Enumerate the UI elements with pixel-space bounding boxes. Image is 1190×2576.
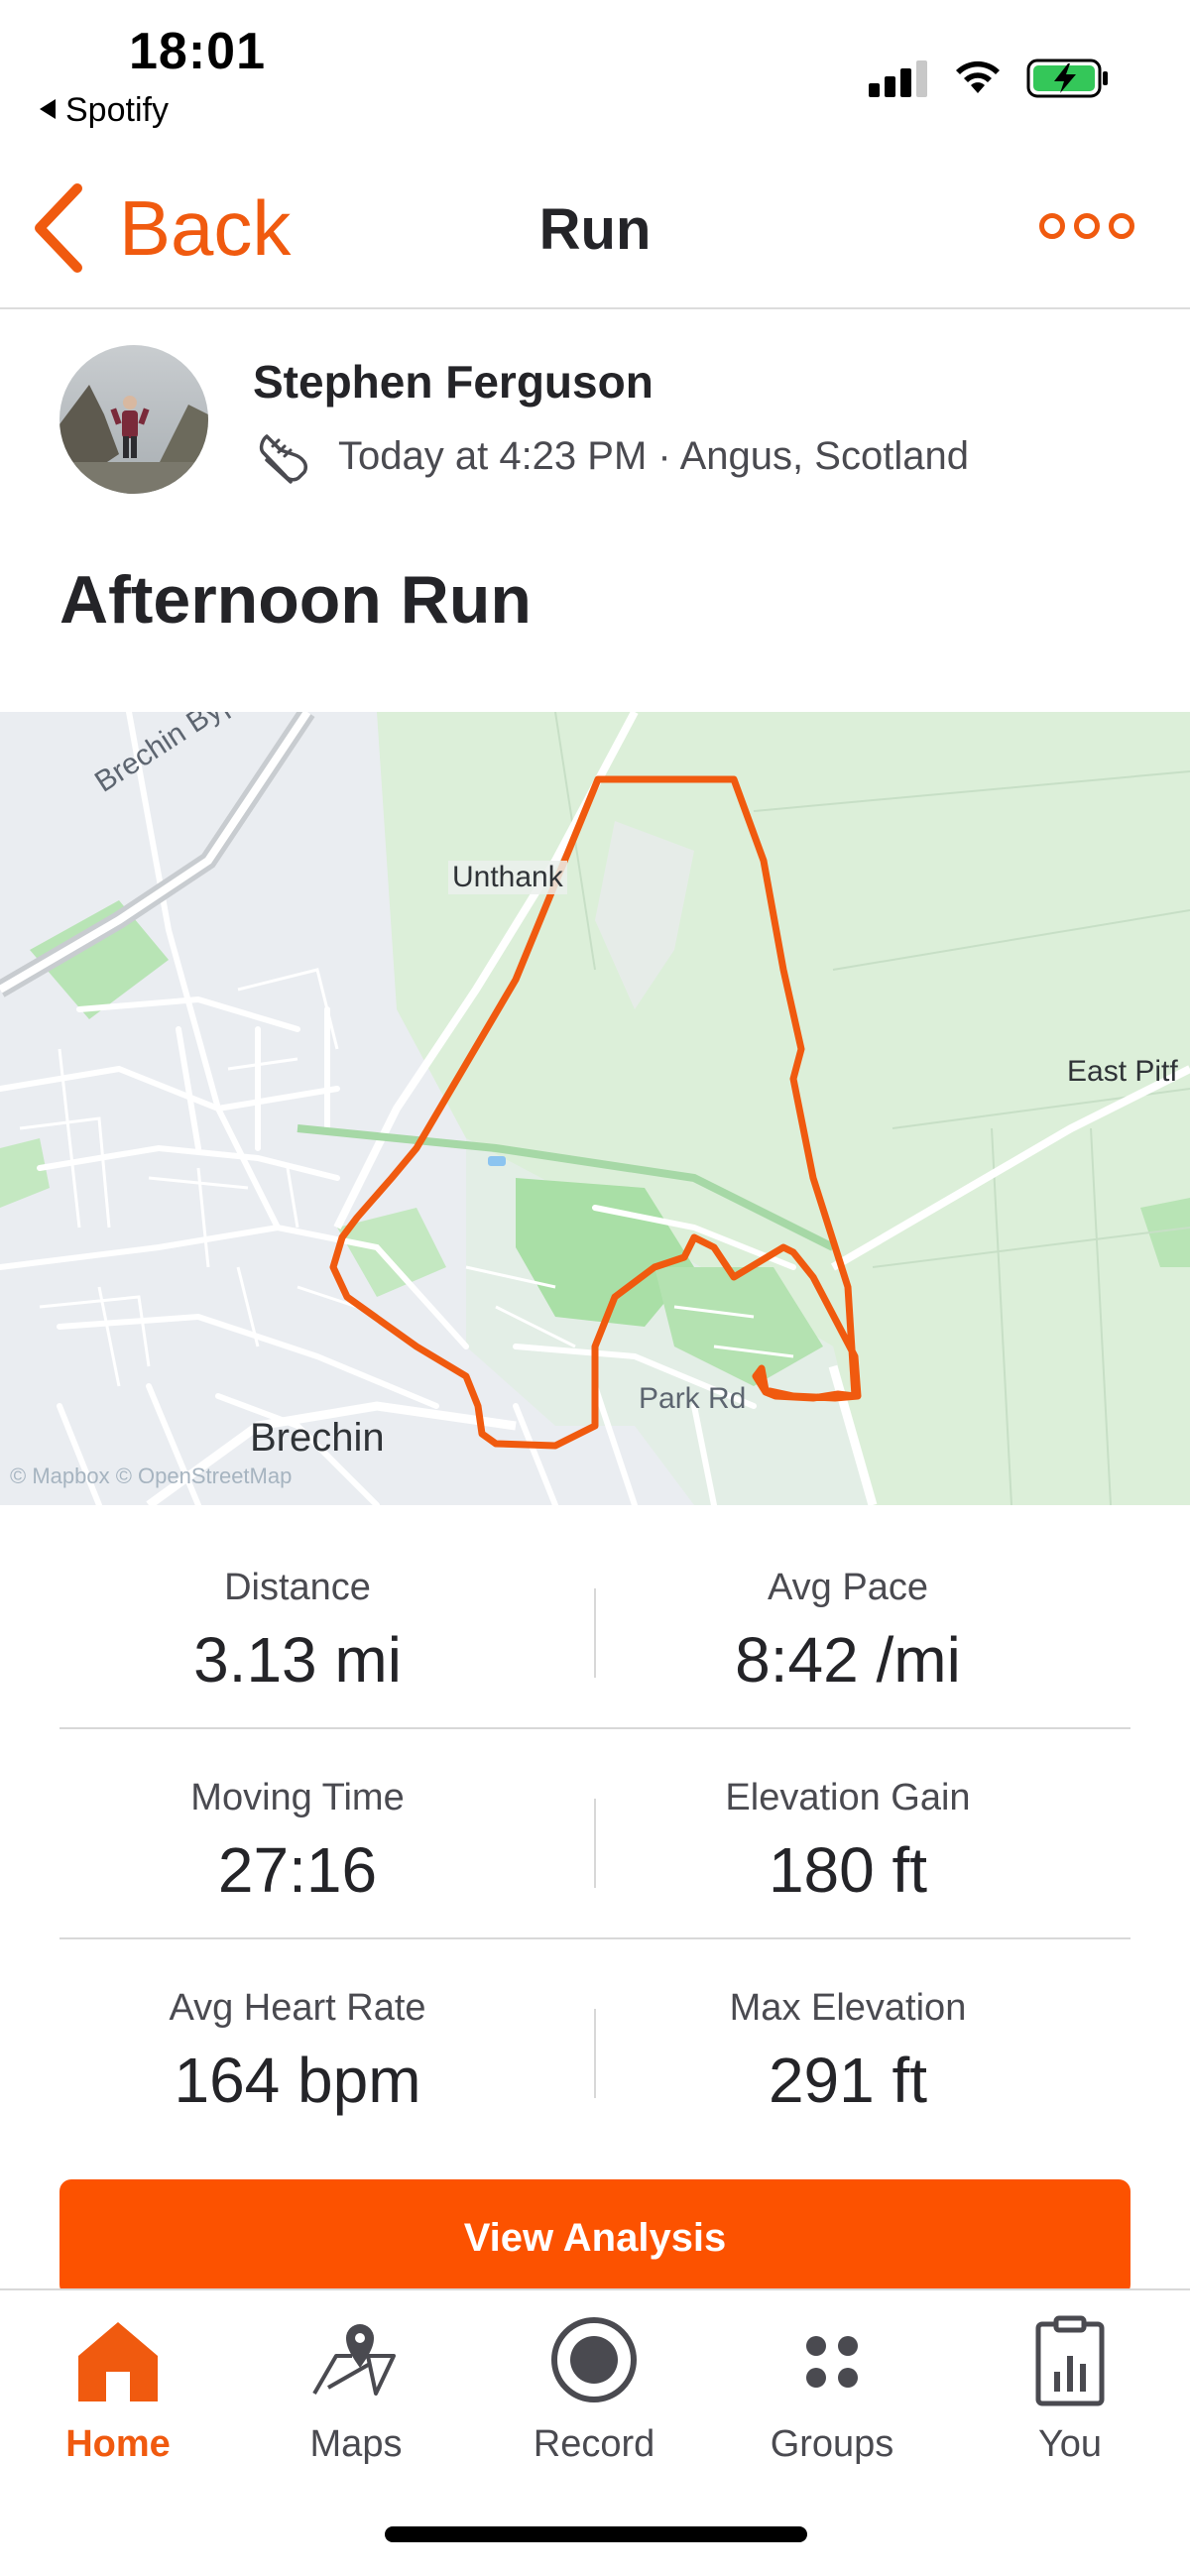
stat-row: Distance 3.13 mi Avg Pace 8:42 /mi: [60, 1519, 1130, 1729]
activity-title[interactable]: Afternoon Run: [60, 561, 532, 639]
stat-value: 164 bpm: [174, 2045, 421, 2116]
more-options-button[interactable]: [1039, 206, 1134, 246]
map-label-brechin: Brechin: [250, 1416, 385, 1460]
stat-avg-heart-rate: Avg Heart Rate 164 bpm: [30, 1987, 565, 2117]
cellular-signal-icon: [869, 58, 930, 97]
athlete-avatar[interactable]: [60, 345, 208, 494]
map-attribution[interactable]: © Mapbox © OpenStreetMap: [10, 1464, 292, 1489]
stat-value: 27:16: [217, 1834, 378, 1906]
tab-groups[interactable]: Groups: [733, 2310, 931, 2466]
tab-you[interactable]: You: [971, 2310, 1169, 2466]
running-shoe-icon: [259, 434, 307, 484]
record-icon: [551, 2317, 637, 2402]
route-map[interactable]: Brechin Bypass Unthank East Pitf Park Rd…: [0, 712, 1190, 1505]
avatar-photo: [60, 345, 208, 494]
back-to-app-link[interactable]: Spotify: [40, 91, 169, 130]
stat-row: Moving Time 27:16 Elevation Gain 180 ft: [60, 1729, 1130, 1939]
athlete-name[interactable]: Stephen Ferguson: [253, 355, 654, 409]
more-dot-icon: [1039, 213, 1065, 239]
tab-maps[interactable]: Maps: [257, 2310, 455, 2466]
view-analysis-button[interactable]: View Analysis: [60, 2179, 1130, 2296]
tab-label: You: [1037, 2423, 1103, 2465]
groups-icon: [806, 2336, 858, 2388]
map-label-park-rd: Park Rd: [639, 1382, 747, 1415]
stat-moving-time: Moving Time 27:16: [30, 1777, 565, 1907]
stat-row: Avg Heart Rate 164 bpm Max Elevation 291…: [60, 1939, 1130, 2150]
you-icon: [1035, 2315, 1105, 2406]
stat-label: Moving Time: [190, 1777, 405, 1818]
tab-record[interactable]: Record: [495, 2310, 693, 2466]
tab-home[interactable]: Home: [19, 2310, 217, 2466]
stat-value: 180 ft: [768, 1834, 928, 1906]
stat-value: 3.13 mi: [193, 1624, 402, 1696]
map-label-unthank: Unthank: [448, 861, 567, 894]
home-indicator[interactable]: [385, 2526, 807, 2542]
activity-meta-text: Today at 4:23 PM · Angus, Scotland: [338, 433, 969, 478]
tab-label: Home: [65, 2423, 171, 2465]
stat-label: Distance: [224, 1567, 371, 1608]
stat-elevation-gain: Elevation Gain 180 ft: [580, 1777, 1116, 1907]
more-dot-icon: [1074, 213, 1100, 239]
stat-label: Avg Heart Rate: [169, 1987, 426, 2029]
page-title: Run: [538, 197, 652, 262]
tab-label: Record: [533, 2423, 655, 2465]
stat-distance: Distance 3.13 mi: [30, 1567, 565, 1697]
stat-max-elevation: Max Elevation 291 ft: [580, 1987, 1116, 2117]
home-icon: [78, 2322, 158, 2401]
wifi-icon: [956, 60, 1000, 93]
battery-charging-icon: [1026, 59, 1108, 98]
back-app-label: Spotify: [65, 91, 169, 129]
maps-icon: [312, 2324, 396, 2396]
status-time: 18:01: [129, 23, 266, 80]
back-triangle-icon: [40, 99, 56, 120]
map-canvas: [0, 712, 1190, 1505]
tab-label: Maps: [309, 2423, 403, 2465]
stat-label: Avg Pace: [768, 1567, 928, 1608]
activity-stats: Distance 3.13 mi Avg Pace 8:42 /mi Movin…: [60, 1519, 1130, 2150]
stat-label: Elevation Gain: [725, 1777, 971, 1818]
activity-meta: Today at 4:23 PM · Angus, Scotland: [253, 426, 969, 486]
stat-value: 291 ft: [768, 2045, 928, 2116]
more-dot-icon: [1109, 213, 1134, 239]
status-bar: 18:01 Spotify: [0, 0, 1190, 149]
map-label-east-pitf: East Pitf: [1067, 1055, 1178, 1088]
stat-value: 8:42 /mi: [735, 1624, 961, 1696]
navigation-bar: Back Run: [0, 149, 1190, 309]
tab-label: Groups: [770, 2423, 894, 2465]
stat-label: Max Elevation: [729, 1987, 967, 2029]
stat-avg-pace: Avg Pace 8:42 /mi: [580, 1567, 1116, 1697]
